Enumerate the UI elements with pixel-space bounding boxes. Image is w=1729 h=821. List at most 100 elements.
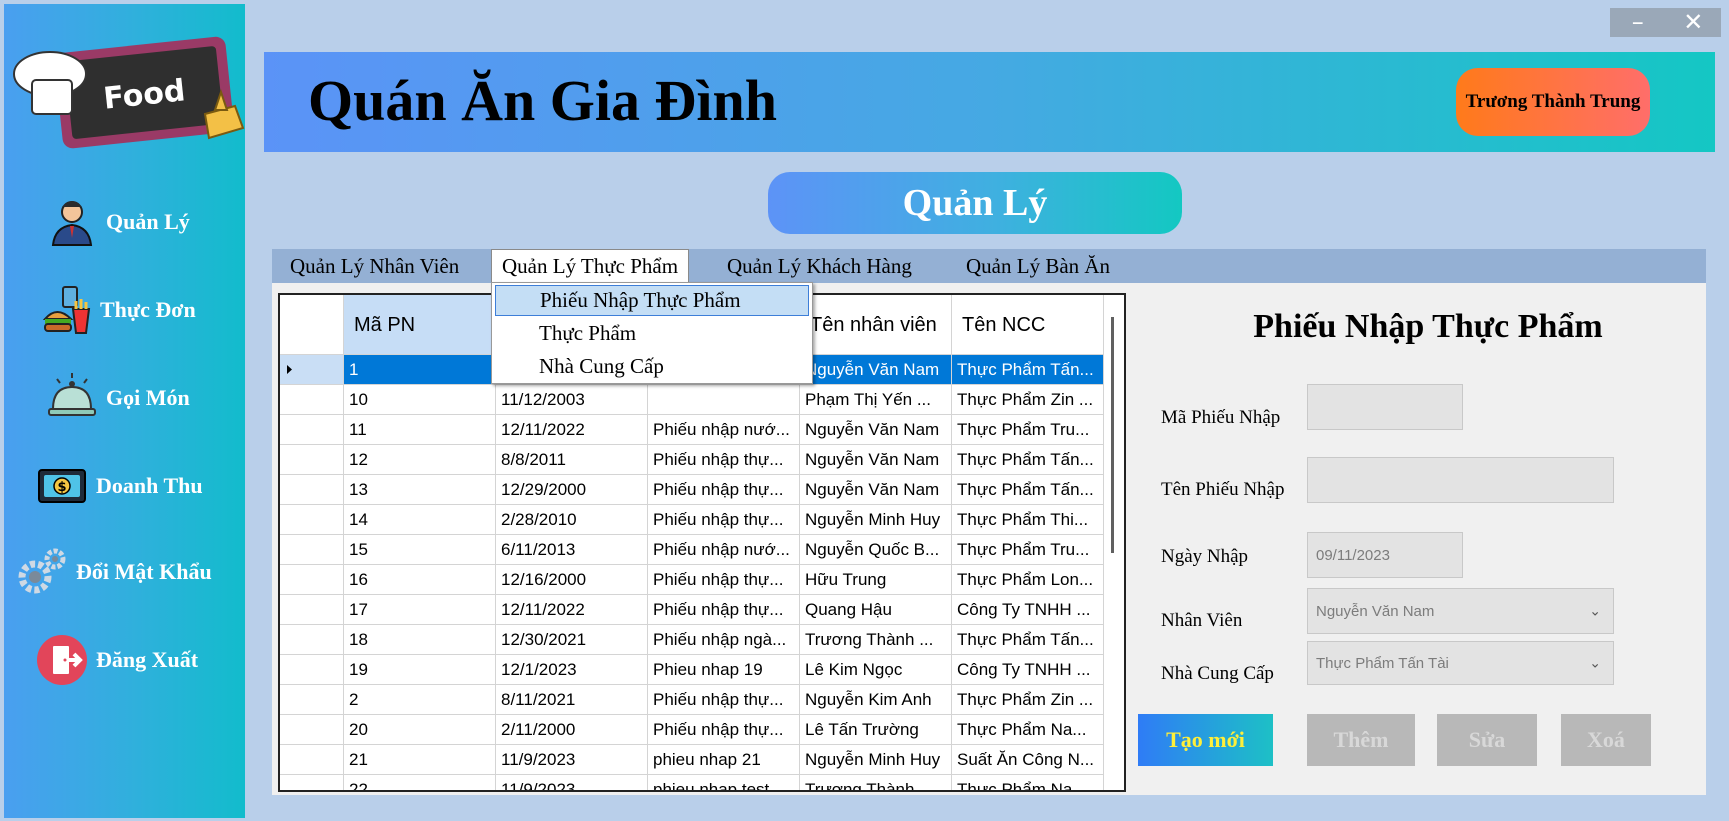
table-cell[interactable]: 19 [344, 655, 496, 685]
table-cell[interactable]: Phieu nhap 19 [648, 655, 800, 685]
table-cell[interactable]: Thực Phẩm Lon... [952, 565, 1104, 595]
table-cell[interactable]: Phiếu nhập thự... [648, 475, 800, 505]
nha-cung-cap-select[interactable]: Thực Phẩm Tấn Tài ⌄ [1307, 641, 1614, 685]
table-row[interactable]: 13 12/29/2000 Phiếu nhập thự... Nguyễn Văn … [280, 475, 1104, 505]
row-header[interactable] [280, 385, 344, 415]
table-cell[interactable]: 8/11/2021 [496, 685, 648, 715]
table-cell[interactable]: Thực Phẩm Tấn... [952, 625, 1104, 655]
table-cell[interactable]: Thực Phẩm Na... [952, 715, 1104, 745]
table-cell[interactable]: 6/11/2013 [496, 535, 648, 565]
table-cell[interactable]: 11/12/2003 [496, 385, 648, 415]
table-cell[interactable]: Nguyễn Minh Huy [800, 505, 952, 535]
table-cell[interactable]: 18 [344, 625, 496, 655]
table-row[interactable]: 18 12/30/2021 Phiếu nhập ngà... Trương Thàn… [280, 625, 1104, 655]
table-row[interactable]: 12 8/8/2011 Phiếu nhập thự... Nguyễn Văn Na… [280, 445, 1104, 475]
add-button[interactable]: Thêm [1307, 714, 1415, 766]
close-button[interactable]: ✕ [1666, 8, 1722, 37]
nav-doanh-thu[interactable]: $ Doanh Thu [34, 454, 275, 518]
row-header[interactable] [280, 565, 344, 595]
table-cell[interactable]: phieu nhap 21 [648, 745, 800, 775]
table-cell[interactable]: 14 [344, 505, 496, 535]
dropdown-item-phieu-nhap[interactable]: Phiếu Nhập Thực Phẩm [495, 285, 809, 316]
ngay-nhap-input[interactable]: 09/11/2023 [1307, 532, 1463, 578]
table-cell[interactable]: 12/11/2022 [496, 595, 648, 625]
table-cell[interactable]: 2/28/2010 [496, 505, 648, 535]
table-cell[interactable]: Nguyễn Minh Huy [800, 745, 952, 775]
row-header[interactable] [280, 505, 344, 535]
row-header[interactable] [280, 445, 344, 475]
table-row[interactable]: 15 6/11/2013 Phiếu nhập nướ... Nguyễn Quốc … [280, 535, 1104, 565]
edit-button[interactable]: Sửa [1437, 714, 1537, 766]
table-cell[interactable]: 10 [344, 385, 496, 415]
column-header[interactable]: Tên NCC [952, 295, 1104, 355]
table-cell[interactable]: 22 [344, 775, 496, 790]
table-cell[interactable]: 2 [344, 685, 496, 715]
nav-thuc-don[interactable]: Thực Đơn [38, 278, 279, 342]
row-header[interactable] [280, 775, 344, 790]
table-cell[interactable]: Phiếu nhập thự... [648, 715, 800, 745]
table-cell[interactable]: Nguyễn Văn Nam [800, 355, 952, 385]
table-cell[interactable]: Phiếu nhập thự... [648, 445, 800, 475]
nav-goi-mon[interactable]: Gọi Món [44, 366, 285, 430]
row-header[interactable] [280, 595, 344, 625]
table-cell[interactable]: Thực Phẩm Tấn... [952, 475, 1104, 505]
table-row[interactable]: 20 2/11/2000 Phiếu nhập thự... Lê Tấn Trườn… [280, 715, 1104, 745]
table-cell[interactable]: Thực Phẩm Tấn... [952, 445, 1104, 475]
table-cell[interactable]: Phiếu nhập thự... [648, 505, 800, 535]
ma-phieu-input[interactable] [1307, 384, 1463, 430]
scrollbar-thumb[interactable] [1111, 317, 1114, 553]
row-header[interactable] [280, 625, 344, 655]
table-cell[interactable]: Nguyễn Quốc B... [800, 535, 952, 565]
table-cell[interactable]: Thực Phẩm Tru... [952, 415, 1104, 445]
table-cell[interactable]: 1 [344, 355, 496, 385]
menu-quan-ly-khach-hang[interactable]: Quản Lý Khách Hàng [717, 249, 922, 283]
ten-phieu-input[interactable] [1307, 457, 1614, 503]
table-cell[interactable]: Thực Phẩm Na... [952, 775, 1104, 790]
table-cell[interactable]: Suất Ăn Công N... [952, 745, 1104, 775]
table-row[interactable]: 22 11/9/2023 phieu nhap test Trương Thành .… [280, 775, 1104, 790]
table-cell[interactable]: 12/11/2022 [496, 415, 648, 445]
nav-doi-mat-khau[interactable]: Đổi Mật Khẩu [14, 540, 255, 604]
table-cell[interactable]: 12 [344, 445, 496, 475]
menu-quan-ly-nhan-vien[interactable]: Quản Lý Nhân Viên [280, 249, 469, 283]
row-header[interactable] [280, 745, 344, 775]
row-header[interactable] [280, 685, 344, 715]
table-cell[interactable]: 11 [344, 415, 496, 445]
table-row[interactable]: 21 11/9/2023 phieu nhap 21 Nguyễn Minh Huy S… [280, 745, 1104, 775]
table-cell[interactable]: 17 [344, 595, 496, 625]
table-cell[interactable]: 11/9/2023 [496, 745, 648, 775]
table-row[interactable]: 16 12/16/2000 Phiếu nhập thự... Hữu Trung Th… [280, 565, 1104, 595]
minimize-button[interactable]: – [1610, 8, 1666, 37]
vertical-scrollbar[interactable] [1106, 311, 1120, 790]
table-cell[interactable]: Thực Phẩm Tru... [952, 535, 1104, 565]
table-cell[interactable]: 8/8/2011 [496, 445, 648, 475]
table-cell[interactable]: Phiếu nhập nướ... [648, 415, 800, 445]
row-header[interactable] [280, 715, 344, 745]
create-button[interactable]: Tạo mới [1138, 714, 1273, 766]
table-cell[interactable]: 12/30/2021 [496, 625, 648, 655]
table-cell[interactable]: Công Ty TNHH ... [952, 595, 1104, 625]
dropdown-item-nha-cung-cap[interactable]: Nhà Cung Cấp [495, 351, 809, 382]
table-cell[interactable]: 15 [344, 535, 496, 565]
table-cell[interactable]: Phiếu nhập ngà... [648, 625, 800, 655]
table-row[interactable]: 11 12/11/2022 Phiếu nhập nướ... Nguyễn Văn … [280, 415, 1104, 445]
delete-button[interactable]: Xoá [1561, 714, 1651, 766]
table-cell[interactable]: Công Ty TNHH ... [952, 655, 1104, 685]
table-cell[interactable]: Phiếu nhập thự... [648, 685, 800, 715]
table-cell[interactable]: Phiếu nhập nướ... [648, 535, 800, 565]
table-cell[interactable]: Nguyễn Văn Nam [800, 445, 952, 475]
table-cell[interactable]: 12/29/2000 [496, 475, 648, 505]
table-cell[interactable]: Nguyễn Văn Nam [800, 415, 952, 445]
table-cell[interactable]: phieu nhap test [648, 775, 800, 790]
table-cell[interactable]: 11/9/2023 [496, 775, 648, 790]
table-cell[interactable]: 16 [344, 565, 496, 595]
table-cell[interactable]: Hữu Trung [800, 565, 952, 595]
table-cell[interactable]: Thực Phẩm Zin ... [952, 685, 1104, 715]
row-header[interactable] [280, 475, 344, 505]
table-cell[interactable]: 20 [344, 715, 496, 745]
column-header[interactable]: Tên nhân viên [800, 295, 952, 355]
table-cell[interactable]: Thực Phẩm Tấn... [952, 355, 1104, 385]
nhan-vien-select[interactable]: Nguyễn Văn Nam ⌄ [1307, 588, 1614, 634]
table-cell[interactable]: Phiếu nhập thự... [648, 595, 800, 625]
menu-quan-ly-thuc-pham[interactable]: Quản Lý Thực Phẩm [491, 249, 690, 283]
